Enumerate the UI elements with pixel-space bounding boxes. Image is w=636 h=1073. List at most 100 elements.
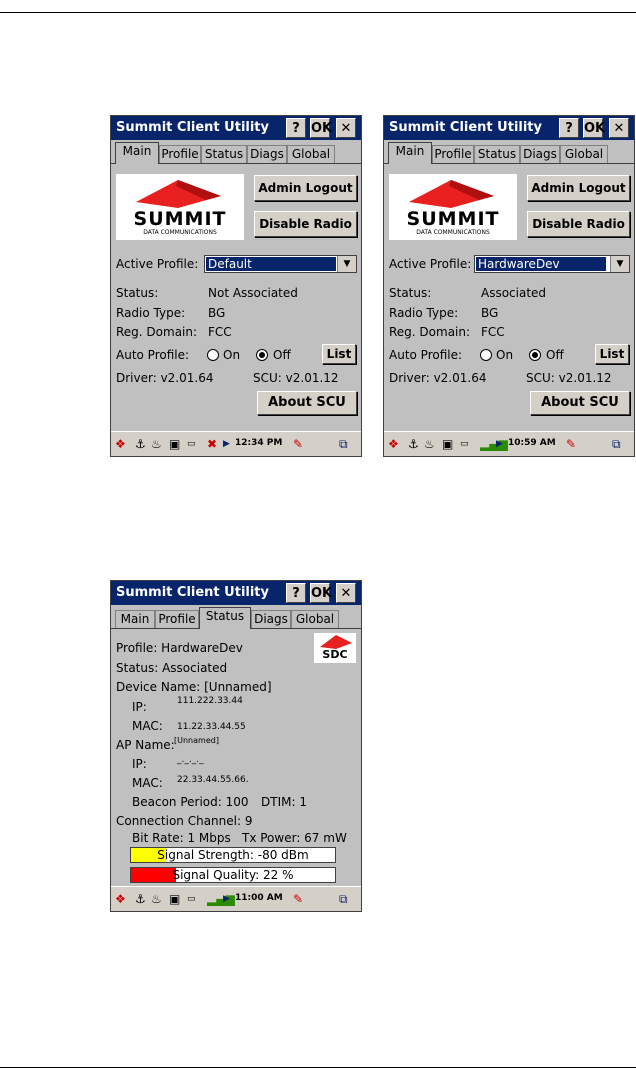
tab-profile[interactable]: Profile bbox=[432, 145, 474, 163]
beacon-period: Beacon Period: 100 bbox=[132, 795, 249, 809]
active-profile-dropdown[interactable]: Default ▼ bbox=[204, 255, 357, 273]
ap-ip-label: IP: bbox=[132, 757, 147, 771]
tab-profile[interactable]: Profile bbox=[155, 610, 199, 628]
status-label: Status: bbox=[116, 286, 159, 300]
device-main-not-associated: Summit Client Utility ? OK ✕ Main Profil… bbox=[110, 115, 362, 457]
auto-profile-on-label: On bbox=[496, 348, 514, 362]
clock[interactable]: 10:59 AM bbox=[508, 438, 556, 448]
window-switch-icon[interactable]: ⧉ bbox=[339, 892, 348, 906]
tab-main[interactable]: Main bbox=[115, 610, 155, 628]
sdc-logo: SDC bbox=[314, 633, 356, 663]
sync-icon[interactable]: ♨ bbox=[151, 892, 162, 906]
auto-profile-off-radio[interactable] bbox=[256, 349, 268, 361]
window-switch-icon[interactable]: ⧉ bbox=[612, 437, 621, 451]
input-panel-icon[interactable]: ✎ bbox=[566, 437, 576, 451]
auto-profile-off-radio[interactable] bbox=[529, 349, 541, 361]
tab-diags[interactable]: Diags bbox=[251, 610, 291, 628]
auto-profile-on-radio[interactable] bbox=[207, 349, 219, 361]
disable-radio-button[interactable]: Disable Radio bbox=[527, 211, 630, 237]
list-button[interactable]: List bbox=[322, 344, 356, 364]
taskbar: ❖ ⚓ ♨ ▣ ▭ ✖ ▶ 12:34 PM ✎ ⧉ bbox=[111, 431, 361, 456]
help-button[interactable]: ? bbox=[286, 583, 306, 603]
device-main-associated: Summit Client Utility ? OK ✕ Main Profil… bbox=[383, 115, 635, 457]
about-scu-button[interactable]: About SCU bbox=[257, 391, 357, 415]
arrow-right-icon[interactable]: ▶ bbox=[223, 892, 230, 906]
ap-mac-value: 22.33.44.55.66. bbox=[177, 775, 249, 785]
status-label: Status: bbox=[389, 286, 432, 300]
status-line: Status: Associated bbox=[116, 661, 228, 675]
admin-logout-button[interactable]: Admin Logout bbox=[527, 175, 630, 201]
status-value: Not Associated bbox=[208, 286, 298, 300]
close-button[interactable]: ✕ bbox=[609, 118, 629, 138]
tab-status[interactable]: Status bbox=[201, 145, 247, 163]
tab-status[interactable]: Status bbox=[199, 607, 251, 629]
signal-bars-icon[interactable]: ▂▄▆ bbox=[480, 437, 508, 451]
disable-radio-button[interactable]: Disable Radio bbox=[254, 211, 357, 237]
arrow-right-icon[interactable]: ▶ bbox=[223, 437, 230, 451]
window-switch-icon[interactable]: ⧉ bbox=[339, 437, 348, 451]
help-button[interactable]: ? bbox=[559, 118, 579, 138]
tab-main[interactable]: Main bbox=[115, 142, 159, 164]
radio-type-label: Radio Type: bbox=[389, 306, 459, 320]
battery-icon[interactable]: ▭ bbox=[187, 892, 196, 906]
chevron-down-icon[interactable]: ▼ bbox=[337, 256, 356, 272]
signal-bars-icon[interactable]: ▂▄▆ bbox=[207, 892, 235, 906]
list-button[interactable]: List bbox=[595, 344, 629, 364]
admin-logout-button[interactable]: Admin Logout bbox=[254, 175, 357, 201]
tab-profile[interactable]: Profile bbox=[159, 145, 201, 163]
ap-ip-value: _._._._ bbox=[177, 755, 204, 765]
tab-global[interactable]: Global bbox=[560, 145, 608, 163]
chevron-down-icon[interactable]: ▼ bbox=[610, 256, 629, 272]
tab-diags[interactable]: Diags bbox=[247, 145, 287, 163]
signal-strength-bar: Signal Strength: -80 dBm bbox=[130, 847, 336, 863]
auto-profile-off-label: Off bbox=[546, 348, 564, 362]
tab-global[interactable]: Global bbox=[287, 145, 335, 163]
radio-type-value: BG bbox=[208, 306, 226, 320]
summit-logo: SUMMIT DATA COMMUNICATIONS bbox=[389, 174, 517, 240]
clock[interactable]: 11:00 AM bbox=[235, 893, 283, 903]
clock[interactable]: 12:34 PM bbox=[235, 438, 282, 448]
sync-icon[interactable]: ♨ bbox=[424, 437, 435, 451]
connect-icon[interactable]: ⚓ bbox=[135, 892, 146, 906]
connect-icon[interactable]: ⚓ bbox=[135, 437, 146, 451]
about-scu-button[interactable]: About SCU bbox=[530, 391, 630, 415]
tab-main[interactable]: Main bbox=[388, 142, 432, 164]
ok-button[interactable]: OK bbox=[583, 118, 605, 138]
tab-diags[interactable]: Diags bbox=[520, 145, 560, 163]
device-mac-value: 11.22.33.44.55 bbox=[177, 722, 246, 732]
start-windows-icon[interactable]: ❖ bbox=[388, 437, 399, 451]
signal-quality-bar: Signal Quality: 22 % bbox=[130, 867, 336, 883]
signal-quality-text: Signal Quality: 22 % bbox=[172, 868, 294, 882]
title-bar: Summit Client Utility ? OK ✕ bbox=[111, 581, 361, 605]
close-button[interactable]: ✕ bbox=[336, 583, 356, 603]
ap-name-value: [Unnamed] bbox=[174, 736, 219, 745]
ok-button[interactable]: OK bbox=[310, 583, 332, 603]
sync-icon[interactable]: ♨ bbox=[151, 437, 162, 451]
input-panel-icon[interactable]: ✎ bbox=[293, 437, 303, 451]
bit-rate: Bit Rate: 1 Mbps bbox=[132, 831, 231, 845]
network-icon[interactable]: ▣ bbox=[442, 437, 453, 451]
tab-strip: Main Profile Status Diags Global bbox=[384, 142, 634, 164]
signal-off-icon[interactable]: ✖ bbox=[207, 437, 217, 451]
battery-icon[interactable]: ▭ bbox=[187, 437, 196, 451]
auto-profile-on-radio[interactable] bbox=[480, 349, 492, 361]
window-title: Summit Client Utility bbox=[389, 120, 542, 135]
start-windows-icon[interactable]: ❖ bbox=[115, 437, 126, 451]
input-panel-icon[interactable]: ✎ bbox=[293, 892, 303, 906]
connect-icon[interactable]: ⚓ bbox=[408, 437, 419, 451]
active-profile-dropdown[interactable]: HardwareDev ▼ bbox=[474, 255, 630, 273]
logo-word: SUMMIT bbox=[406, 208, 500, 230]
reg-domain-label: Reg. Domain: bbox=[116, 325, 198, 339]
arrow-right-icon[interactable]: ▶ bbox=[496, 437, 503, 451]
help-button[interactable]: ? bbox=[286, 118, 306, 138]
network-icon[interactable]: ▣ bbox=[169, 437, 180, 451]
window-title: Summit Client Utility bbox=[116, 120, 269, 135]
close-button[interactable]: ✕ bbox=[336, 118, 356, 138]
start-windows-icon[interactable]: ❖ bbox=[115, 892, 126, 906]
network-icon[interactable]: ▣ bbox=[169, 892, 180, 906]
ok-button[interactable]: OK bbox=[310, 118, 332, 138]
tab-global[interactable]: Global bbox=[291, 610, 339, 628]
tab-status[interactable]: Status bbox=[474, 145, 520, 163]
reg-domain-label: Reg. Domain: bbox=[389, 325, 471, 339]
battery-icon[interactable]: ▭ bbox=[460, 437, 469, 451]
